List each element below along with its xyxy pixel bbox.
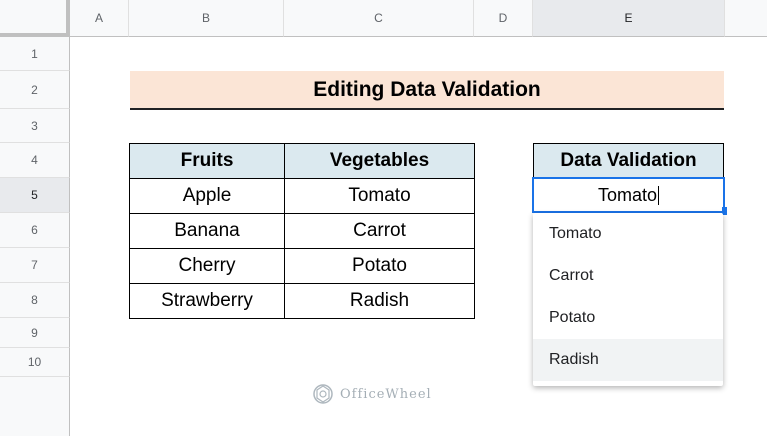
dropdown-option[interactable]: Potato — [533, 297, 723, 339]
cell-vegetable[interactable]: Potato — [284, 248, 475, 284]
cell-vegetable[interactable]: Carrot — [284, 213, 475, 249]
table-row: Strawberry Radish — [129, 283, 475, 319]
dropdown-option[interactable]: Tomato — [533, 213, 723, 255]
cell-vegetable[interactable]: Tomato — [284, 178, 475, 214]
row-header-6[interactable]: 6 — [0, 213, 70, 248]
row-header-9[interactable]: 9 — [0, 318, 70, 348]
cell-vegetable[interactable]: Radish — [284, 283, 475, 319]
data-validation-input-cell[interactable]: Tomato — [532, 177, 725, 213]
dropdown-option-hovered[interactable]: Radish — [533, 339, 723, 381]
cell-fruit[interactable]: Strawberry — [129, 283, 285, 319]
cell-fruit[interactable]: Apple — [129, 178, 285, 214]
row-header-10[interactable]: 10 — [0, 348, 70, 377]
column-header-b[interactable]: B — [129, 0, 284, 37]
row-header-7[interactable]: 7 — [0, 248, 70, 283]
fruits-vegetables-table: Fruits Vegetables Apple Tomato Banana Ca… — [129, 143, 475, 319]
row-header-4[interactable]: 4 — [0, 143, 70, 178]
column-header-a[interactable]: A — [70, 0, 129, 37]
page-title[interactable]: Editing Data Validation — [130, 71, 724, 110]
data-validation-cell-value: Tomato — [597, 184, 658, 205]
column-header-e[interactable]: E — [533, 0, 725, 37]
cell-fruit[interactable]: Banana — [129, 213, 285, 249]
select-all-corner[interactable] — [0, 0, 70, 37]
watermark-text: OfficeWheel — [340, 386, 432, 402]
row-header-2[interactable]: 2 — [0, 71, 70, 109]
data-validation-header[interactable]: Data Validation — [533, 143, 724, 178]
validation-dropdown: Tomato Carrot Potato Radish — [533, 213, 723, 386]
watermark: OfficeWheel — [312, 383, 432, 405]
text-cursor — [658, 185, 660, 205]
column-header-c[interactable]: C — [284, 0, 474, 37]
table-row: Cherry Potato — [129, 248, 475, 284]
table-row: Apple Tomato — [129, 178, 475, 214]
dropdown-option[interactable]: Carrot — [533, 255, 723, 297]
table-row: Banana Carrot — [129, 213, 475, 249]
officewheel-logo-icon — [313, 384, 333, 404]
cell-fruit[interactable]: Cherry — [129, 248, 285, 284]
header-vegetables[interactable]: Vegetables — [284, 143, 475, 179]
column-header-d[interactable]: D — [474, 0, 533, 37]
column-header-f[interactable] — [725, 0, 767, 37]
row-header-3[interactable]: 3 — [0, 109, 70, 143]
row-header-5[interactable]: 5 — [0, 178, 70, 213]
row-header-8[interactable]: 8 — [0, 283, 70, 318]
table-header-row: Fruits Vegetables — [129, 143, 475, 179]
row-header-empty — [0, 377, 70, 436]
header-fruits[interactable]: Fruits — [129, 143, 285, 179]
row-header-1[interactable]: 1 — [0, 37, 70, 71]
